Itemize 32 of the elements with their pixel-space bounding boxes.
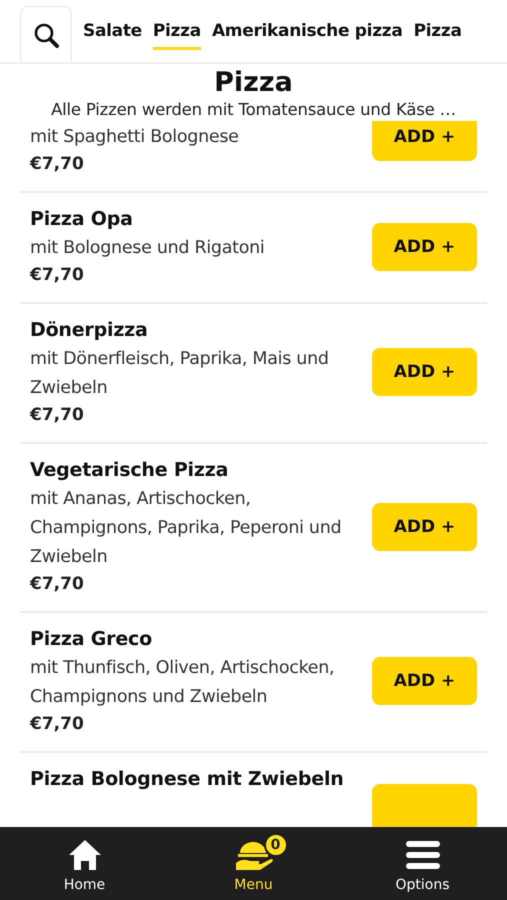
dish-name: Dönerpizza bbox=[30, 319, 149, 341]
cart-count-badge: 0 bbox=[264, 832, 288, 856]
search-icon bbox=[33, 22, 59, 48]
dish-description: mit Ananas, Artischocken, Champignons, Paprika, Peperoni und Zwiebeln bbox=[30, 488, 342, 569]
dish-description: mit Thunfisch, Oliven, Artischocken, Champignons und Zwiebeln bbox=[30, 657, 336, 709]
dish-description: mit Bolognese und Rigatoni bbox=[30, 237, 266, 260]
add-button[interactable]: ADD + bbox=[372, 348, 477, 396]
search-button[interactable] bbox=[20, 6, 72, 62]
add-button[interactable]: ADD + bbox=[372, 657, 477, 705]
dish-description: mit Spaghetti Bolognese bbox=[30, 126, 240, 149]
dish-name: Pizza Opa bbox=[30, 208, 134, 230]
dish-name: Pizza Bolognese mit Zwiebeln bbox=[30, 768, 345, 790]
category-title: Pizza bbox=[213, 67, 294, 98]
category-description: Alle Pizzen werden mit Tomatensauce und Käse … bbox=[50, 100, 457, 119]
category-tab[interactable]: Pizza bbox=[152, 16, 201, 50]
dish-price: €7,70 bbox=[30, 265, 85, 285]
dish-name: Vegetarische Pizza bbox=[30, 459, 230, 481]
add-button[interactable]: ADD + bbox=[372, 502, 477, 550]
add-button[interactable]: ADD + bbox=[372, 222, 477, 270]
nav-tab[interactable]: Options bbox=[368, 834, 478, 892]
dish-price: €7,70 bbox=[30, 405, 85, 425]
category-tab[interactable]: Amerikanische pizza bbox=[212, 16, 403, 50]
nav-tab[interactable]: 0 Menu bbox=[198, 834, 308, 892]
dish-price: €7,70 bbox=[30, 574, 85, 594]
dish-description: mit Dönerfleisch, Paprika, Mais und Zwiebeln bbox=[30, 348, 330, 400]
dish-price: €7,70 bbox=[30, 154, 85, 174]
add-button[interactable]: ADD + bbox=[372, 121, 477, 161]
dish-price: €7,70 bbox=[30, 714, 85, 734]
category-tab[interactable]: Salate bbox=[83, 16, 142, 50]
dish-name: Pizza Greco bbox=[30, 628, 153, 650]
category-tab[interactable]: Pizza bbox=[414, 16, 462, 50]
nav-tab[interactable]: Home bbox=[30, 834, 140, 892]
